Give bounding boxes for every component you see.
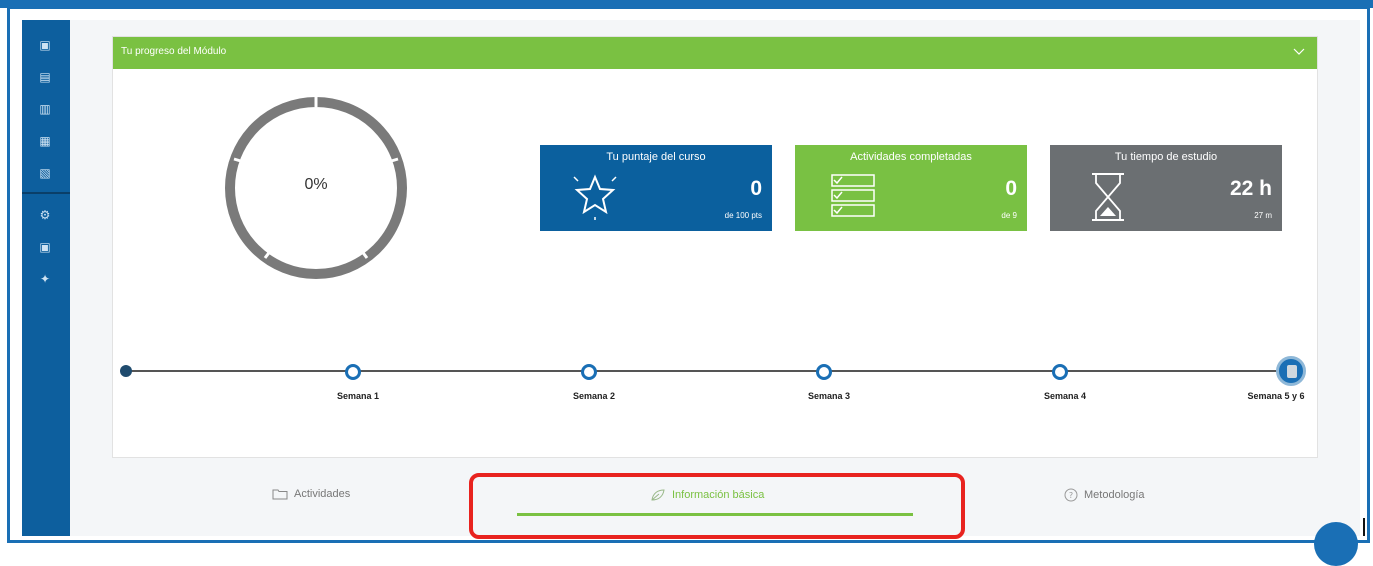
screenshot-frame — [7, 6, 1370, 543]
